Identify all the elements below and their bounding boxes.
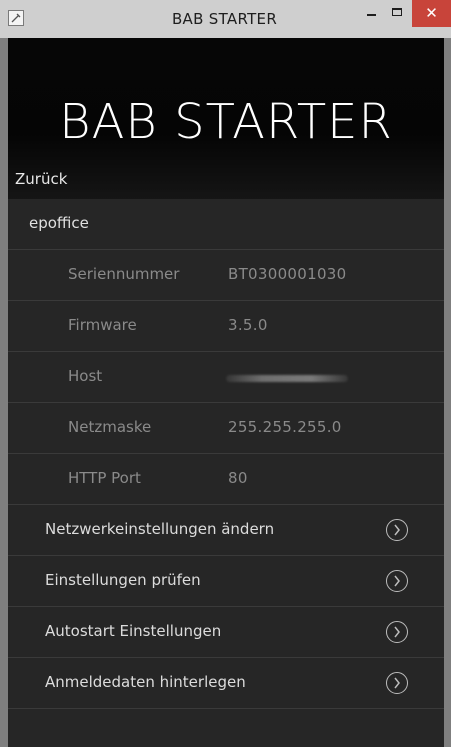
detail-value: 255.255.255.0 [228, 418, 342, 436]
detail-row-serial: Seriennummer BT0300001030 [8, 250, 444, 301]
detail-label: HTTP Port [68, 469, 141, 487]
chevron-right-circle-icon[interactable] [386, 519, 408, 541]
action-check-settings[interactable]: Einstellungen prüfen [8, 556, 444, 607]
detail-row-host: Host [8, 352, 444, 403]
detail-label: Netzmaske [68, 418, 152, 436]
header: BAB STARTER Zurück [8, 38, 444, 199]
detail-label: Host [68, 367, 103, 385]
action-autostart-settings[interactable]: Autostart Einstellungen [8, 607, 444, 658]
chevron-right-circle-icon[interactable] [386, 570, 408, 592]
chevron-right-circle-icon[interactable] [386, 621, 408, 643]
maximize-button[interactable] [384, 0, 410, 27]
detail-row-firmware: Firmware 3.5.0 [8, 301, 444, 352]
app-window: BAB STARTER ✕ BAB STARTER Zurück epoffic… [0, 0, 451, 747]
close-icon: ✕ [425, 4, 438, 22]
close-button[interactable]: ✕ [412, 0, 451, 27]
detail-row-http-port: HTTP Port 80 [8, 454, 444, 505]
action-label: Autostart Einstellungen [45, 622, 222, 640]
app-title: BAB STARTER [59, 94, 393, 150]
main-panel: BAB STARTER Zurück epoffice Seriennummer… [8, 38, 444, 747]
redacted-host-value [226, 375, 348, 382]
back-link[interactable]: Zurück [15, 170, 67, 188]
detail-value: BT0300001030 [228, 265, 347, 283]
detail-label: Seriennummer [68, 265, 180, 283]
chevron-right-circle-icon[interactable] [386, 672, 408, 694]
device-name: epoffice [29, 214, 89, 232]
action-network-settings[interactable]: Netzwerkeinstellungen ändern [8, 505, 444, 556]
minimize-button[interactable] [358, 0, 384, 27]
detail-row-netmask: Netzmaske 255.255.255.0 [8, 403, 444, 454]
action-label: Einstellungen prüfen [45, 571, 201, 589]
detail-label: Firmware [68, 316, 137, 334]
title-bar[interactable]: BAB STARTER ✕ [0, 0, 451, 38]
device-section-header[interactable]: epoffice [8, 199, 444, 250]
detail-value: 80 [228, 469, 248, 487]
action-store-credentials[interactable]: Anmeldedaten hinterlegen [8, 658, 444, 709]
action-label: Netzwerkeinstellungen ändern [45, 520, 275, 538]
detail-value: 3.5.0 [228, 316, 268, 334]
action-label: Anmeldedaten hinterlegen [45, 673, 246, 691]
